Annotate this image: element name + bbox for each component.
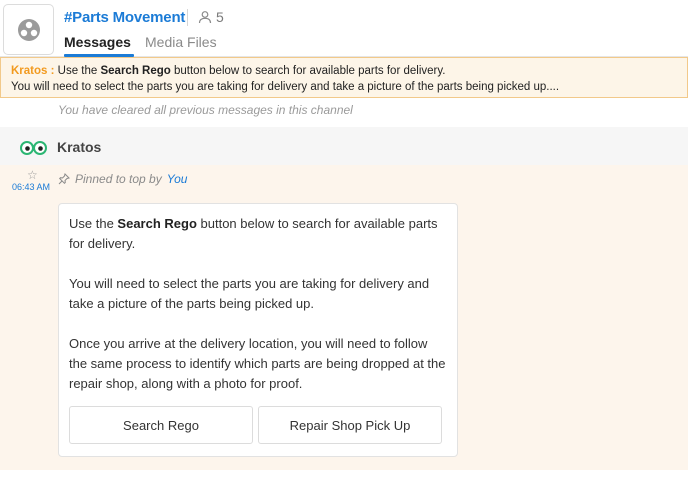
channel-header: #Parts Movement 5 Messages Media Files [0,0,688,57]
tab-media-files[interactable]: Media Files [145,34,217,57]
pinned-text-bold: Search Rego [100,65,171,77]
pinned-message-banner[interactable]: Kratos : Use the Search Rego button belo… [0,57,688,98]
pinned-author: Kratos : [11,65,55,77]
message-paragraph-1: Use the Search Rego button below to sear… [69,214,447,254]
pinned-text-after: button below to search for available par… [170,65,446,77]
message-body: ☆ 06:43 AM Pinned to top by You Use the … [0,165,688,470]
cleared-notice: You have cleared all previous messages i… [58,103,353,117]
pinned-banner-line1: Kratos : Use the Search Rego button belo… [11,63,677,79]
users-icon [198,11,212,24]
pinned-text-before: Use the [57,65,101,77]
message-header: Kratos [0,127,688,165]
pinned-banner-line2: You will need to select the parts you ar… [11,81,560,93]
member-count[interactable]: 5 [198,9,224,25]
channel-title[interactable]: #Parts Movement [64,9,185,26]
message-card: Use the Search Rego button below to sear… [58,203,458,457]
search-rego-button[interactable]: Search Rego [69,406,253,444]
bot-avatar-icon[interactable] [20,141,47,155]
para1-before: Use the [69,216,118,231]
pin-icon [58,173,70,185]
title-divider [187,9,188,26]
message-paragraph-2: You will need to select the parts you ar… [69,276,430,311]
pinned-prefix: Pinned to top by [75,172,162,186]
message-time: 06:43 AM [12,182,51,192]
para1-bold: Search Rego [117,216,197,231]
pinned-status: Pinned to top by You [58,172,187,186]
message-paragraph-3: Once you arrive at the delivery location… [69,336,446,391]
channel-group-icon [17,18,40,41]
message-sender[interactable]: Kratos [57,139,101,155]
pinned-by-user[interactable]: You [167,172,188,186]
member-count-value: 5 [216,9,224,25]
channel-avatar[interactable] [3,4,54,55]
tab-messages[interactable]: Messages [64,34,134,57]
repair-shop-pickup-button[interactable]: Repair Shop Pick Up [258,406,442,444]
star-icon[interactable]: ☆ [27,168,38,182]
